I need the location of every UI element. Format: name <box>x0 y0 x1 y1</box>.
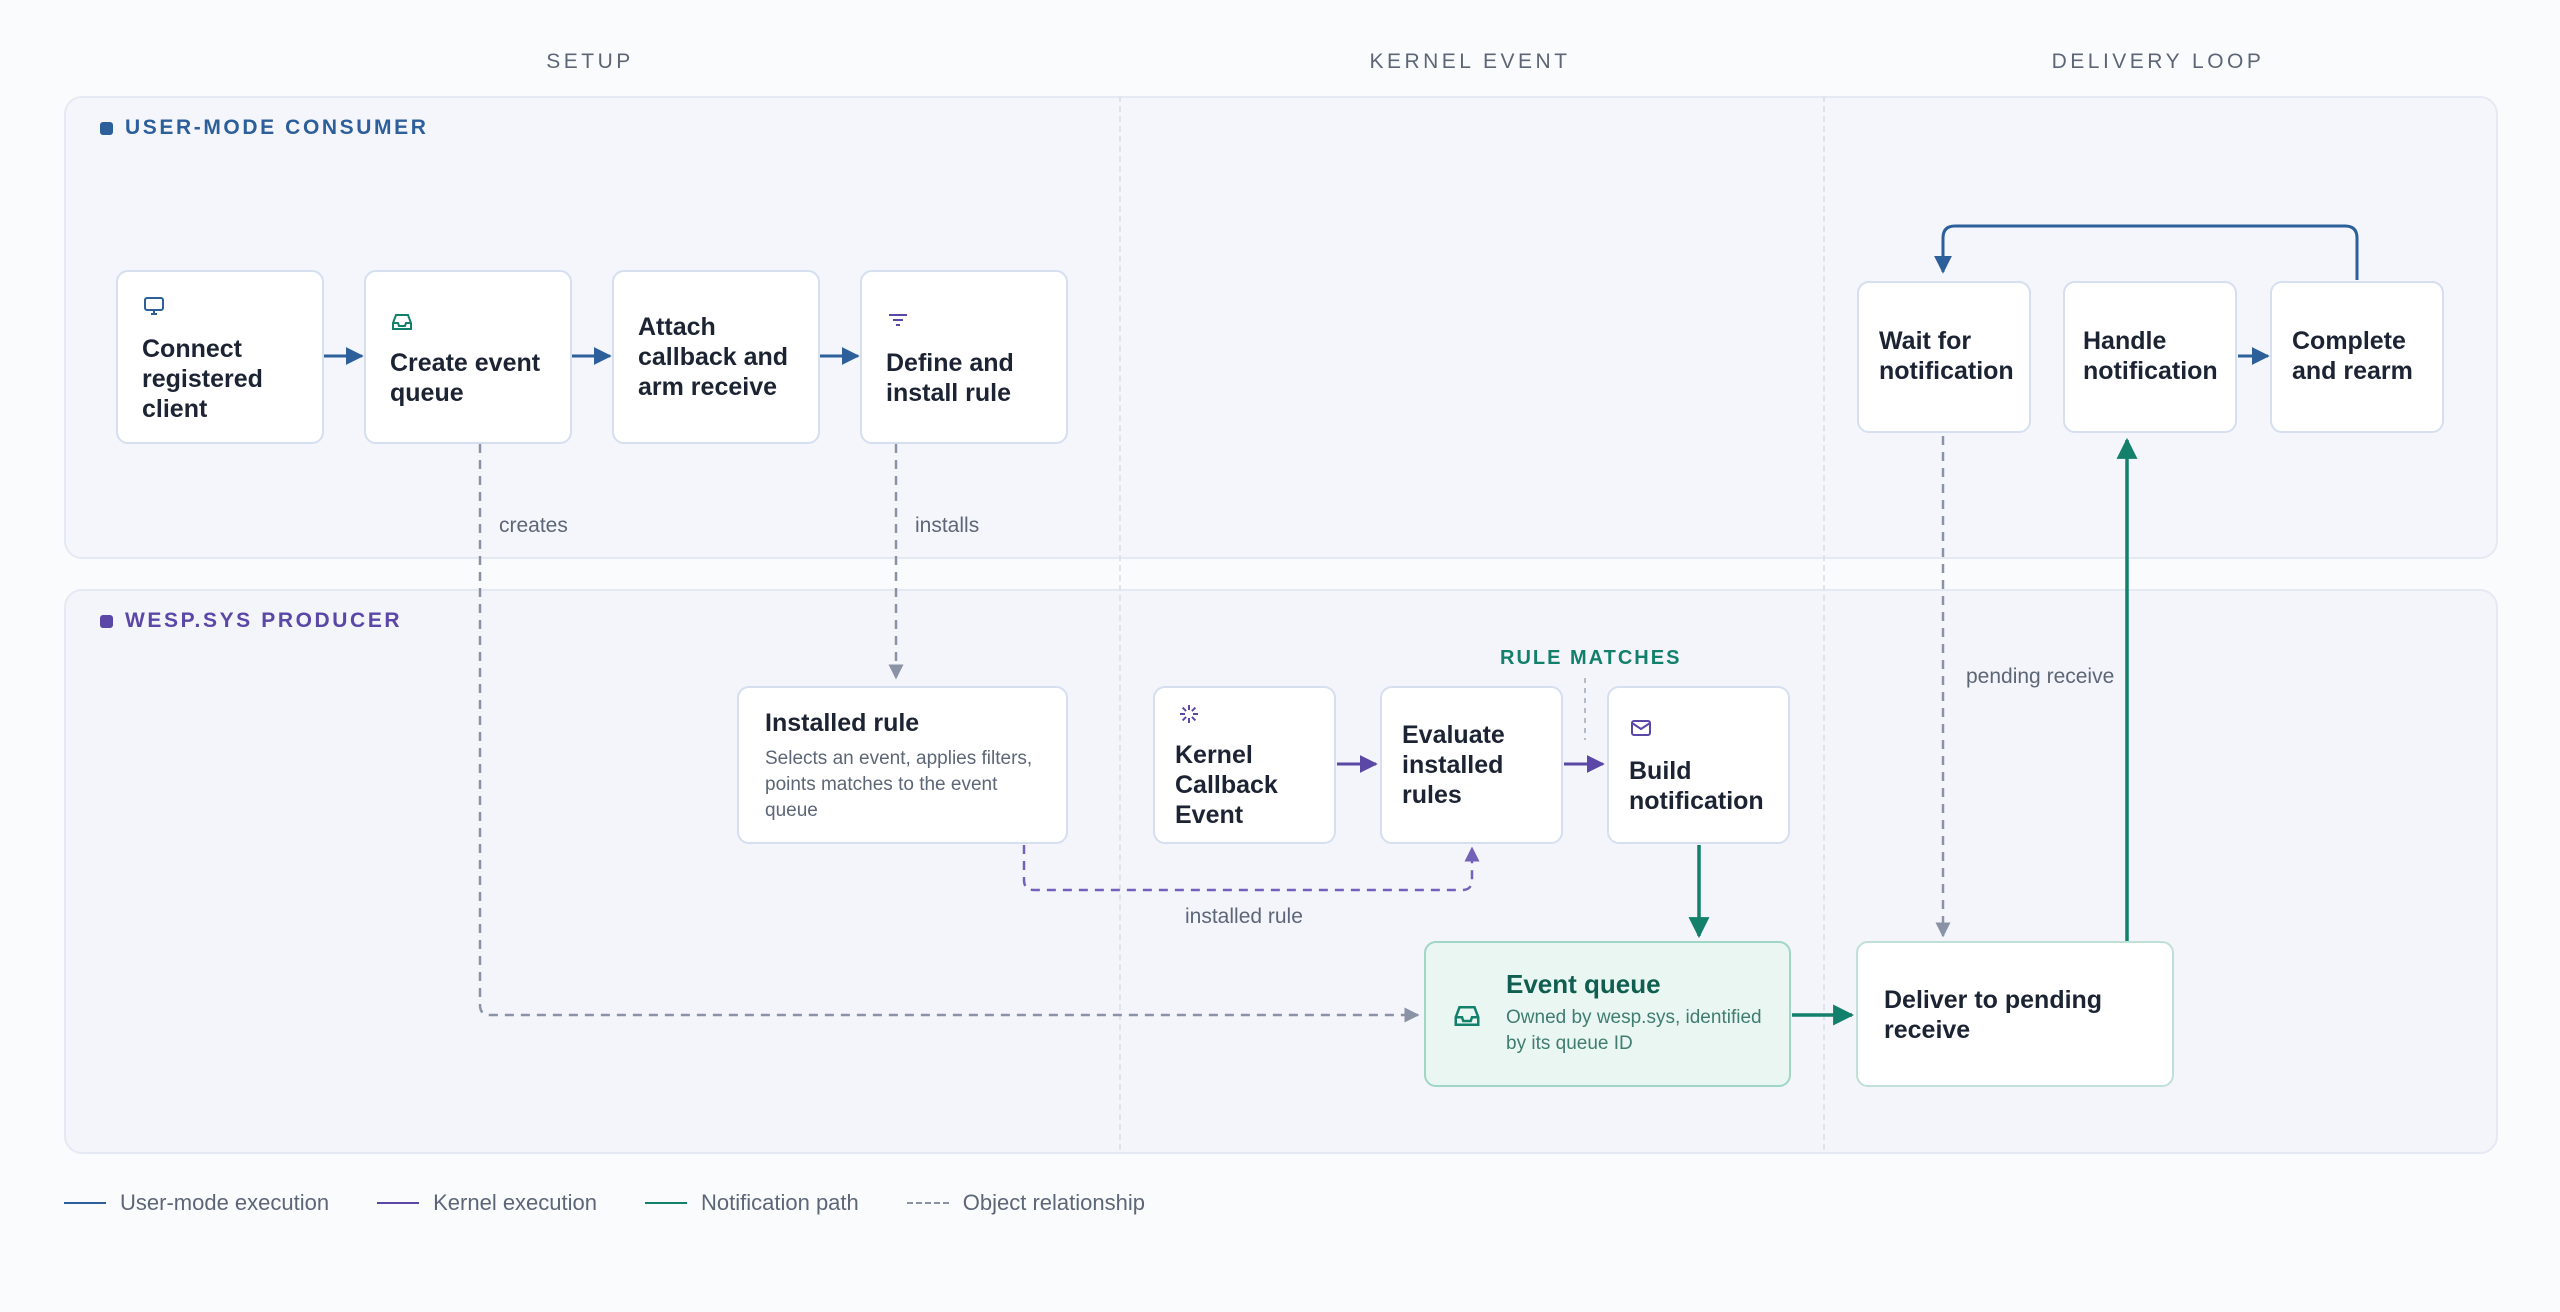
node-wait-notification-label: Wait for notification <box>1879 327 2014 385</box>
edge-label-creates: creates <box>499 514 568 537</box>
node-event-queue-title: Event queue <box>1506 969 1661 999</box>
node-installed-rule-desc: Selects an event, applies filters, point… <box>765 748 1033 821</box>
legend-swatch <box>645 1202 687 1204</box>
node-create-event-queue-label: Create event queue <box>390 349 541 407</box>
legend-label: Kernel execution <box>433 1190 597 1215</box>
legend-swatch <box>906 1202 949 1204</box>
edge-label-pending-receive: pending receive <box>1966 665 2115 688</box>
flow-diagram: SETUP KERNEL EVENT DELIVERY LOOP USER-MO… <box>0 0 2560 1312</box>
column-divider <box>1823 96 1825 1150</box>
node-complete-rearm[interactable]: Complete and rearm <box>2270 281 2444 433</box>
lane-kernel-title: WESP.SYS PRODUCER <box>100 609 402 633</box>
inbox-icon <box>392 314 412 330</box>
node-event-queue[interactable]: Event queue Owned by wesp.sys, identifie… <box>1424 941 1791 1087</box>
node-kernel-callback-label: Kernel Callback Event <box>1175 741 1278 829</box>
node-deliver-pending-label: Deliver to pending receive <box>1884 986 2103 1044</box>
node-define-rule-label: Define and install rule <box>886 349 1014 407</box>
phase-delivery-loop: DELIVERY LOOP <box>2051 50 2265 73</box>
node-deliver-pending[interactable]: Deliver to pending receive <box>1856 941 2174 1087</box>
legend-swatch <box>64 1202 106 1204</box>
legend-item-relationship: Object relationship <box>906 1190 1145 1216</box>
node-wait-notification[interactable]: Wait for notification <box>1857 281 2031 433</box>
node-event-queue-content: Event queue Owned by wesp.sys, identifie… <box>1506 969 1775 1057</box>
node-installed-rule-title: Installed rule <box>765 709 920 737</box>
edge-label-rule-matches: RULE MATCHES <box>1500 647 1682 669</box>
node-complete-rearm-label: Complete and rearm <box>2292 327 2413 385</box>
node-connect-client-label: Connect registered client <box>142 335 263 423</box>
node-connect-client[interactable]: Connect registered client <box>116 270 324 444</box>
node-attach-callback-label: Attach callback and arm receive <box>638 313 789 401</box>
legend-item-notification: Notification path <box>645 1190 859 1216</box>
phase-kernel-event: KERNEL EVENT <box>1369 50 1571 73</box>
node-create-event-queue[interactable]: Create event queue <box>364 270 572 444</box>
edge-label-installs: installs <box>915 514 980 537</box>
node-evaluate-rules[interactable]: Evaluate installed rules <box>1380 686 1563 844</box>
mail-icon <box>1631 720 1651 736</box>
legend-label: Object relationship <box>962 1190 1145 1215</box>
lane-marker-icon <box>100 614 113 628</box>
phase-setup: SETUP <box>546 50 634 73</box>
spark-icon <box>1180 705 1198 723</box>
node-handle-notification-label: Handle notification <box>2083 327 2218 385</box>
node-kernel-callback[interactable]: Kernel Callback Event <box>1153 686 1336 844</box>
legend-item-kernel: Kernel execution <box>377 1190 597 1216</box>
column-divider <box>1119 96 1121 1150</box>
node-evaluate-rules-label: Evaluate installed rules <box>1402 721 1505 809</box>
node-installed-rule[interactable]: Installed rule Selects an event, applies… <box>737 686 1068 844</box>
legend: User-mode execution Kernel execution Not… <box>64 1190 1145 1216</box>
node-handle-notification[interactable]: Handle notification <box>2063 281 2237 433</box>
lane-user-mode-label: USER-MODE CONSUMER <box>125 116 429 139</box>
node-build-notification-label: Build notification <box>1629 757 1764 815</box>
monitor-icon <box>144 297 164 315</box>
node-define-rule[interactable]: Define and install rule <box>860 270 1068 444</box>
node-attach-callback[interactable]: Attach callback and arm receive <box>612 270 820 444</box>
legend-label: User-mode execution <box>120 1190 330 1215</box>
lane-marker-icon <box>100 121 113 135</box>
legend-item-user-mode: User-mode execution <box>64 1190 329 1216</box>
lane-user-mode-title: USER-MODE CONSUMER <box>100 116 428 140</box>
node-event-queue-desc: Owned by wesp.sys, identified by its que… <box>1506 1007 1762 1054</box>
lane-kernel-label: WESP.SYS PRODUCER <box>125 609 403 632</box>
node-build-notification[interactable]: Build notification <box>1607 686 1790 844</box>
legend-label: Notification path <box>701 1190 859 1215</box>
legend-swatch <box>377 1202 420 1204</box>
edge-label-installed-rule: installed rule <box>1185 905 1303 928</box>
filter-icon <box>889 314 907 326</box>
node-installed-rule-content: Installed rule Selects an event, applies… <box>765 708 1046 824</box>
inbox-icon <box>1454 1006 1480 1026</box>
